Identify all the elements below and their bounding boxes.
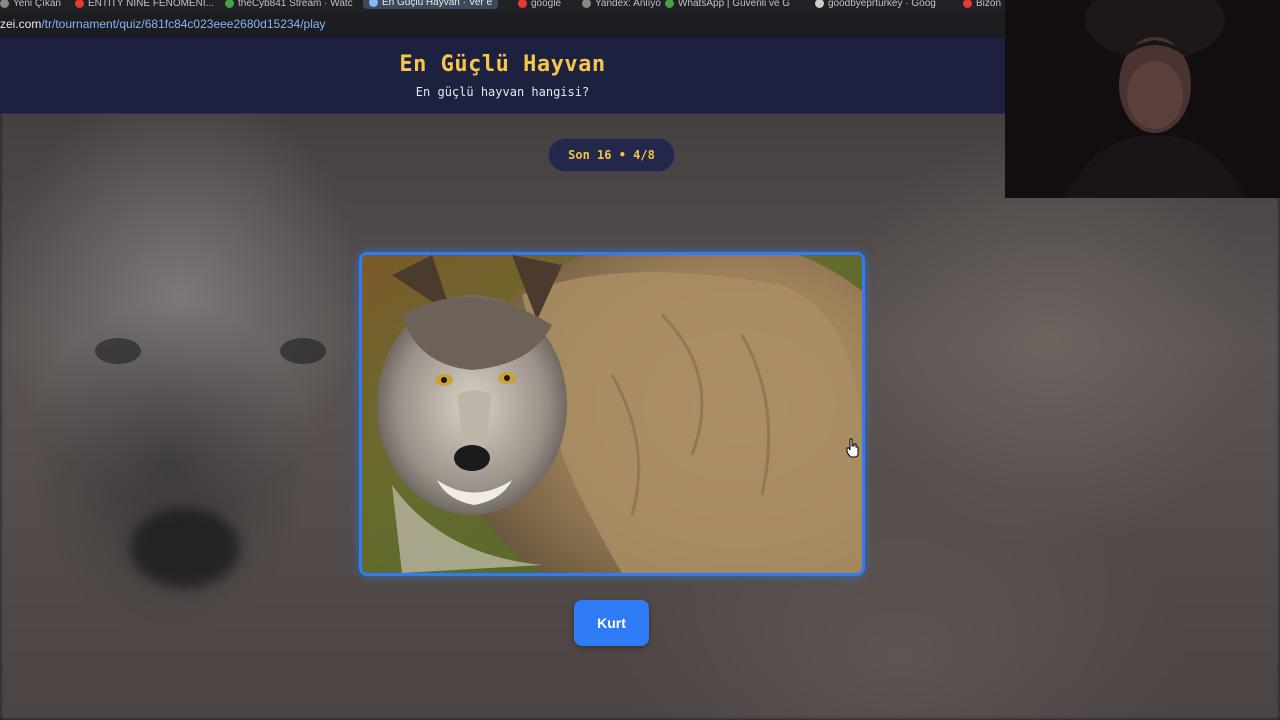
browser-tab[interactable]: Bizon <box>963 0 1001 10</box>
tab-favicon-icon <box>665 0 674 8</box>
browser-tab-label: theCyb841 Stream · Watc <box>238 0 353 9</box>
tab-favicon-icon <box>582 0 591 8</box>
browser-tab[interactable]: goodbyeprtürkey · Goog <box>815 0 936 10</box>
browser-tab[interactable]: ENTITY NİNE FENOMENİ... <box>75 0 214 10</box>
tab-favicon-icon <box>963 0 972 8</box>
browser-tab-label: En Güçlü Hayvan · Ver e <box>382 0 493 8</box>
tab-favicon-icon <box>75 0 84 8</box>
quiz-title: En Güçlü Hayvan <box>399 52 606 77</box>
background-eye-shape <box>95 338 141 364</box>
browser-tab[interactable]: google <box>518 0 561 10</box>
browser-tab-label: WhatsApp | Güvenli ve G <box>678 0 791 9</box>
webcam-overlay <box>1005 0 1280 198</box>
streamer-webcam-image <box>1005 0 1280 198</box>
quiz-header: En Güçlü Hayvan En güçlü hayvan hangisi? <box>0 38 1005 114</box>
browser-tab[interactable]: theCyb841 Stream · Watc <box>225 0 353 10</box>
browser-tab-label: Bizon <box>976 0 1002 9</box>
hand-cursor-icon <box>846 438 860 462</box>
browser-tab[interactable]: WhatsApp | Güvenli ve G <box>665 0 790 10</box>
browser-tab[interactable]: Yeni Çıkan <box>0 0 61 10</box>
choice-button[interactable]: Kurt <box>574 600 649 646</box>
tab-favicon-icon <box>369 0 378 7</box>
browser-tab-label: ENTITY NİNE FENOMENİ... <box>88 0 214 9</box>
browser-tab-label: google <box>531 0 562 9</box>
tab-favicon-icon <box>225 0 234 8</box>
background-nose-shape <box>130 508 240 588</box>
browser-tab-label: Yandex: Anlıyo <box>595 0 661 9</box>
background-eye-shape <box>280 338 326 364</box>
browser-tab-label: goodbyeprtürkey · Goog <box>828 0 936 9</box>
url-text[interactable]: zei.com/tr/tournament/quiz/681fc84c023ee… <box>0 17 326 31</box>
browser-tab-label: Yeni Çıkan <box>13 0 61 9</box>
wolf-photo <box>362 255 862 573</box>
choice-image-card[interactable] <box>359 252 865 576</box>
quiz-subtitle: En güçlü hayvan hangisi? <box>415 85 590 99</box>
tab-favicon-icon <box>815 0 824 8</box>
round-indicator: Son 16 • 4/8 <box>548 138 675 172</box>
browser-tab[interactable]: Yandex: Anlıyo <box>582 0 661 10</box>
browser-tab[interactable]: En Güçlü Hayvan · Ver e <box>363 0 499 9</box>
tab-favicon-icon <box>0 0 9 8</box>
tab-favicon-icon <box>518 0 527 8</box>
